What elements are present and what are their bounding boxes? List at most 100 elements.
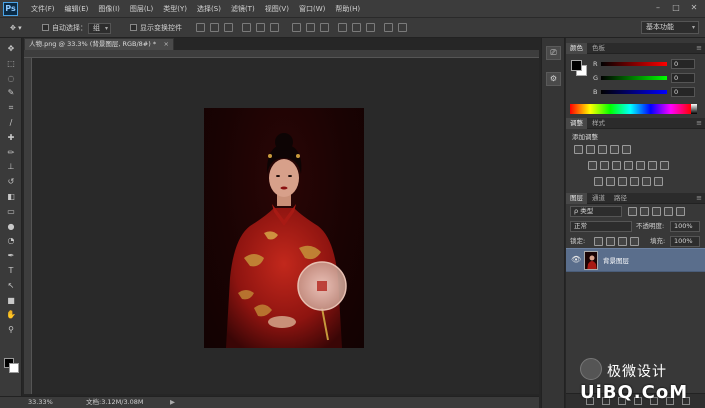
- align-option-icon[interactable]: [306, 23, 315, 32]
- canvas-area[interactable]: [32, 58, 539, 394]
- slider-r-track[interactable]: [601, 62, 667, 66]
- adjustment-icon[interactable]: [586, 145, 595, 154]
- tab-swatches[interactable]: 色板: [588, 43, 609, 54]
- slider-b-track[interactable]: [601, 90, 667, 94]
- eyedropper-tool-icon[interactable]: ∕: [4, 118, 18, 128]
- lock-option-icon[interactable]: [594, 237, 603, 246]
- layer-filter-icon[interactable]: [640, 207, 649, 216]
- layer-row[interactable]: 👁 背景图层: [566, 248, 705, 272]
- panel-foreground-swatch[interactable]: [571, 60, 582, 71]
- auto-select-dropdown[interactable]: 组: [88, 22, 111, 34]
- zoom-level[interactable]: 33.33%: [28, 397, 53, 408]
- slider-b[interactable]: B 0: [593, 87, 702, 97]
- move-tool-icon[interactable]: ✥: [4, 44, 18, 54]
- align-option-icon[interactable]: [384, 23, 393, 32]
- dodge-tool-icon[interactable]: ◔: [4, 236, 18, 246]
- menu-item[interactable]: 帮助(H): [330, 0, 365, 18]
- quick-select-tool-icon[interactable]: ✎: [4, 88, 18, 98]
- type-tool-icon[interactable]: T: [4, 266, 18, 276]
- layer-filter-icon[interactable]: [652, 207, 661, 216]
- align-option-icon[interactable]: [338, 23, 347, 32]
- crop-tool-icon[interactable]: ⌗: [4, 103, 18, 113]
- adjustment-icon[interactable]: [610, 145, 619, 154]
- adjustment-icon[interactable]: [594, 177, 603, 186]
- blend-mode-select[interactable]: 正常: [570, 221, 632, 232]
- pen-tool-icon[interactable]: ✒: [4, 251, 18, 261]
- gradient-tool-icon[interactable]: ▭: [4, 207, 18, 217]
- align-option-icon[interactable]: [398, 23, 407, 32]
- minimize-button[interactable]: –: [650, 2, 666, 14]
- zoom-tool-icon[interactable]: ⚲: [4, 325, 18, 335]
- adjustment-icon[interactable]: [642, 177, 651, 186]
- healing-tool-icon[interactable]: ✚: [4, 133, 18, 143]
- layer-kind-filter[interactable]: ρ 类型: [570, 206, 622, 217]
- adjustment-icon[interactable]: [648, 161, 657, 170]
- move-tool-preset-icon[interactable]: ✥ ▾: [10, 22, 22, 34]
- menu-item[interactable]: 文件(F): [26, 0, 60, 18]
- slider-g-track[interactable]: [601, 76, 667, 80]
- adjustment-icon[interactable]: [588, 161, 597, 170]
- align-option-icon[interactable]: [320, 23, 329, 32]
- align-option-icon[interactable]: [366, 23, 375, 32]
- adjustment-icon[interactable]: [606, 177, 615, 186]
- stamp-tool-icon[interactable]: ⊥: [4, 162, 18, 172]
- align-option-icon[interactable]: [256, 23, 265, 32]
- tab-paths[interactable]: 路径: [610, 193, 631, 204]
- menu-item[interactable]: 图层(L): [125, 0, 158, 18]
- status-menu-arrow-icon[interactable]: ▶: [170, 397, 175, 408]
- fill-input[interactable]: 100%: [670, 236, 700, 247]
- menu-item[interactable]: 视图(V): [260, 0, 294, 18]
- adjustment-icon[interactable]: [654, 177, 663, 186]
- color-spectrum-bw[interactable]: [691, 104, 697, 114]
- layer-filter-icon[interactable]: [676, 207, 685, 216]
- lock-option-icon[interactable]: [606, 237, 615, 246]
- eraser-tool-icon[interactable]: ◧: [4, 192, 18, 202]
- align-option-icon[interactable]: [242, 23, 251, 32]
- adjustment-icon[interactable]: [630, 177, 639, 186]
- close-window-button[interactable]: ✕: [686, 2, 702, 14]
- align-option-icon[interactable]: [210, 23, 219, 32]
- lock-option-icon[interactable]: [630, 237, 639, 246]
- layer-filter-icon[interactable]: [664, 207, 673, 216]
- menu-item[interactable]: 图像(I): [93, 0, 125, 18]
- tab-channels[interactable]: 通道: [588, 193, 609, 204]
- document-tab[interactable]: 人物.png @ 33.3% (背景图层, RGB/8#) * ×: [24, 38, 174, 50]
- align-option-icon[interactable]: [292, 23, 301, 32]
- align-option-icon[interactable]: [352, 23, 361, 32]
- hand-tool-icon[interactable]: ✋: [4, 310, 18, 320]
- opacity-input[interactable]: 100%: [670, 221, 700, 232]
- brush-tool-icon[interactable]: ✏: [4, 148, 18, 158]
- adjustment-icon[interactable]: [660, 161, 669, 170]
- tab-color[interactable]: 颜色: [566, 43, 587, 54]
- adjustment-icon[interactable]: [600, 161, 609, 170]
- tab-adjustments[interactable]: 调整: [566, 118, 587, 129]
- adjustment-icon[interactable]: [622, 145, 631, 154]
- history-brush-tool-icon[interactable]: ↺: [4, 177, 18, 187]
- tab-layers[interactable]: 图层: [566, 193, 587, 204]
- background-color-swatch[interactable]: [9, 363, 19, 373]
- layer-visibility-eye-icon[interactable]: 👁: [571, 255, 581, 264]
- layer-filter-icon[interactable]: [628, 207, 637, 216]
- adjustment-icon[interactable]: [574, 145, 583, 154]
- adjustment-icon[interactable]: [636, 161, 645, 170]
- workspace-select[interactable]: 基本功能: [641, 21, 699, 34]
- lock-option-icon[interactable]: [618, 237, 627, 246]
- align-option-icon[interactable]: [270, 23, 279, 32]
- history-panel-icon[interactable]: ⎚: [546, 46, 561, 60]
- menu-item[interactable]: 滤镜(T): [226, 0, 260, 18]
- slider-g[interactable]: G 0: [593, 73, 702, 83]
- slider-r-value[interactable]: 0: [671, 59, 695, 69]
- adjustment-icon[interactable]: [624, 161, 633, 170]
- close-document-icon[interactable]: ×: [164, 39, 169, 50]
- color-spectrum[interactable]: [570, 104, 691, 114]
- auto-select-checkbox[interactable]: 自动选择：: [42, 22, 87, 34]
- adjustment-icon[interactable]: [618, 177, 627, 186]
- marquee-tool-icon[interactable]: ⬚: [4, 59, 18, 69]
- photo-canvas[interactable]: [204, 108, 364, 348]
- slider-b-value[interactable]: 0: [671, 87, 695, 97]
- show-transform-checkbox[interactable]: 显示变换控件: [130, 22, 182, 34]
- maximize-button[interactable]: □: [668, 2, 684, 14]
- slider-r[interactable]: R 0: [593, 59, 702, 69]
- lasso-tool-icon[interactable]: ◌: [4, 74, 18, 84]
- slider-g-value[interactable]: 0: [671, 73, 695, 83]
